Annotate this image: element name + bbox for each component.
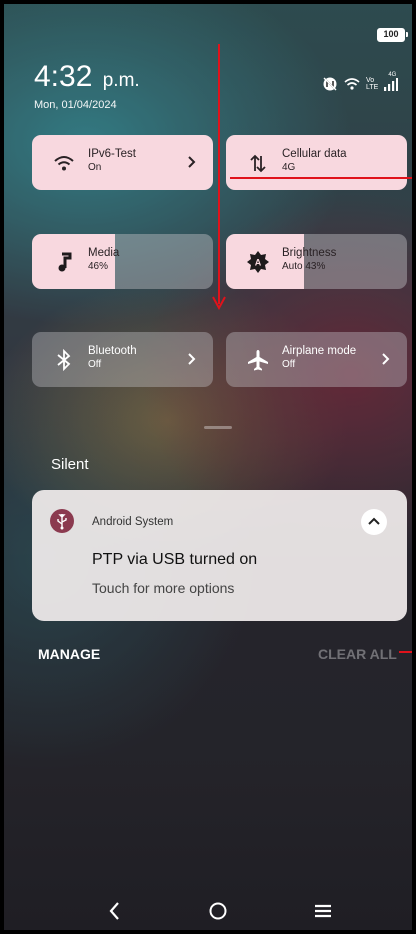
chevron-right-icon[interactable]: [377, 351, 393, 367]
clock-time: 4:32: [34, 60, 93, 93]
notification-card[interactable]: Android System PTP via USB turned on Tou…: [32, 490, 407, 621]
airplane-icon: [248, 350, 268, 371]
bluetooth-icon: [57, 348, 71, 372]
media-slider-track: [115, 234, 213, 289]
brightness-slider[interactable]: A Brightness Auto 43%: [226, 234, 407, 289]
drag-handle[interactable]: [204, 426, 232, 429]
airplane-tile-title: Airplane mode: [282, 345, 357, 357]
data-arrows-icon: [250, 154, 266, 173]
bluetooth-tile[interactable]: Bluetooth Off: [32, 332, 213, 387]
wifi-icon: [54, 156, 74, 171]
volte-indicator: Vo LTE: [366, 77, 379, 91]
brightness-tile-title: Brightness: [282, 247, 337, 259]
wifi-tile-title: IPv6-Test: [88, 148, 136, 160]
media-tile-title: Media: [88, 247, 120, 259]
notification-title: PTP via USB turned on: [92, 551, 258, 568]
airplane-tile-status: Off: [282, 359, 296, 370]
media-tile-level: 46%: [88, 261, 109, 272]
clock: 4:32 p.m.: [34, 60, 140, 94]
annotation-arrow-vertical: [218, 44, 220, 304]
wifi-tile-status: On: [88, 162, 102, 173]
cellular-tile-status: 4G: [282, 162, 296, 173]
bluetooth-tile-status: Off: [88, 359, 102, 370]
brightness-tile-level: Auto 43%: [282, 261, 326, 272]
clock-ampm: p.m.: [102, 70, 140, 91]
home-icon[interactable]: [205, 898, 231, 924]
svg-text:A: A: [255, 258, 262, 268]
nfc-icon: [323, 77, 337, 91]
wifi-status-icon: [344, 78, 360, 90]
phone-screen: 100 4:32 p.m. Mon, 01/04/2024 Vo LTE 4G: [0, 0, 416, 934]
airplane-mode-tile[interactable]: Airplane mode Off: [226, 332, 407, 387]
cellular-data-tile[interactable]: Cellular data 4G: [226, 135, 407, 190]
wifi-tile[interactable]: IPv6-Test On: [32, 135, 213, 190]
notification-app-name: Android System: [92, 516, 174, 528]
battery-indicator: 100: [377, 28, 408, 42]
bluetooth-tile-title: Bluetooth: [88, 345, 137, 357]
chevron-right-icon[interactable]: [183, 351, 199, 367]
status-icons: Vo LTE 4G: [322, 72, 399, 92]
back-icon[interactable]: [102, 898, 128, 924]
manage-button[interactable]: MANAGE: [38, 646, 100, 662]
menu-icon[interactable]: [310, 898, 336, 924]
navigation-bar: [4, 890, 412, 930]
section-label-silent: Silent: [51, 456, 89, 473]
annotation-line-clear-all: [399, 651, 412, 653]
notification-text: Touch for more options: [92, 580, 235, 596]
music-note-icon: [58, 252, 72, 272]
annotation-line-horizontal: [230, 177, 412, 179]
collapse-button[interactable]: [361, 509, 387, 535]
cellular-tile-title: Cellular data: [282, 148, 347, 160]
usb-icon: [50, 509, 74, 533]
media-volume-slider[interactable]: Media 46%: [32, 234, 213, 289]
date-label: Mon, 01/04/2024: [34, 99, 117, 111]
brightness-auto-icon: A: [247, 251, 269, 273]
chevron-right-icon[interactable]: [183, 154, 199, 170]
chevron-up-icon: [368, 517, 380, 525]
arrow-down-icon: [212, 296, 226, 310]
clear-all-button[interactable]: CLEAR ALL: [318, 646, 397, 662]
signal-indicator: 4G: [384, 72, 399, 91]
signal-icon: [384, 78, 399, 91]
